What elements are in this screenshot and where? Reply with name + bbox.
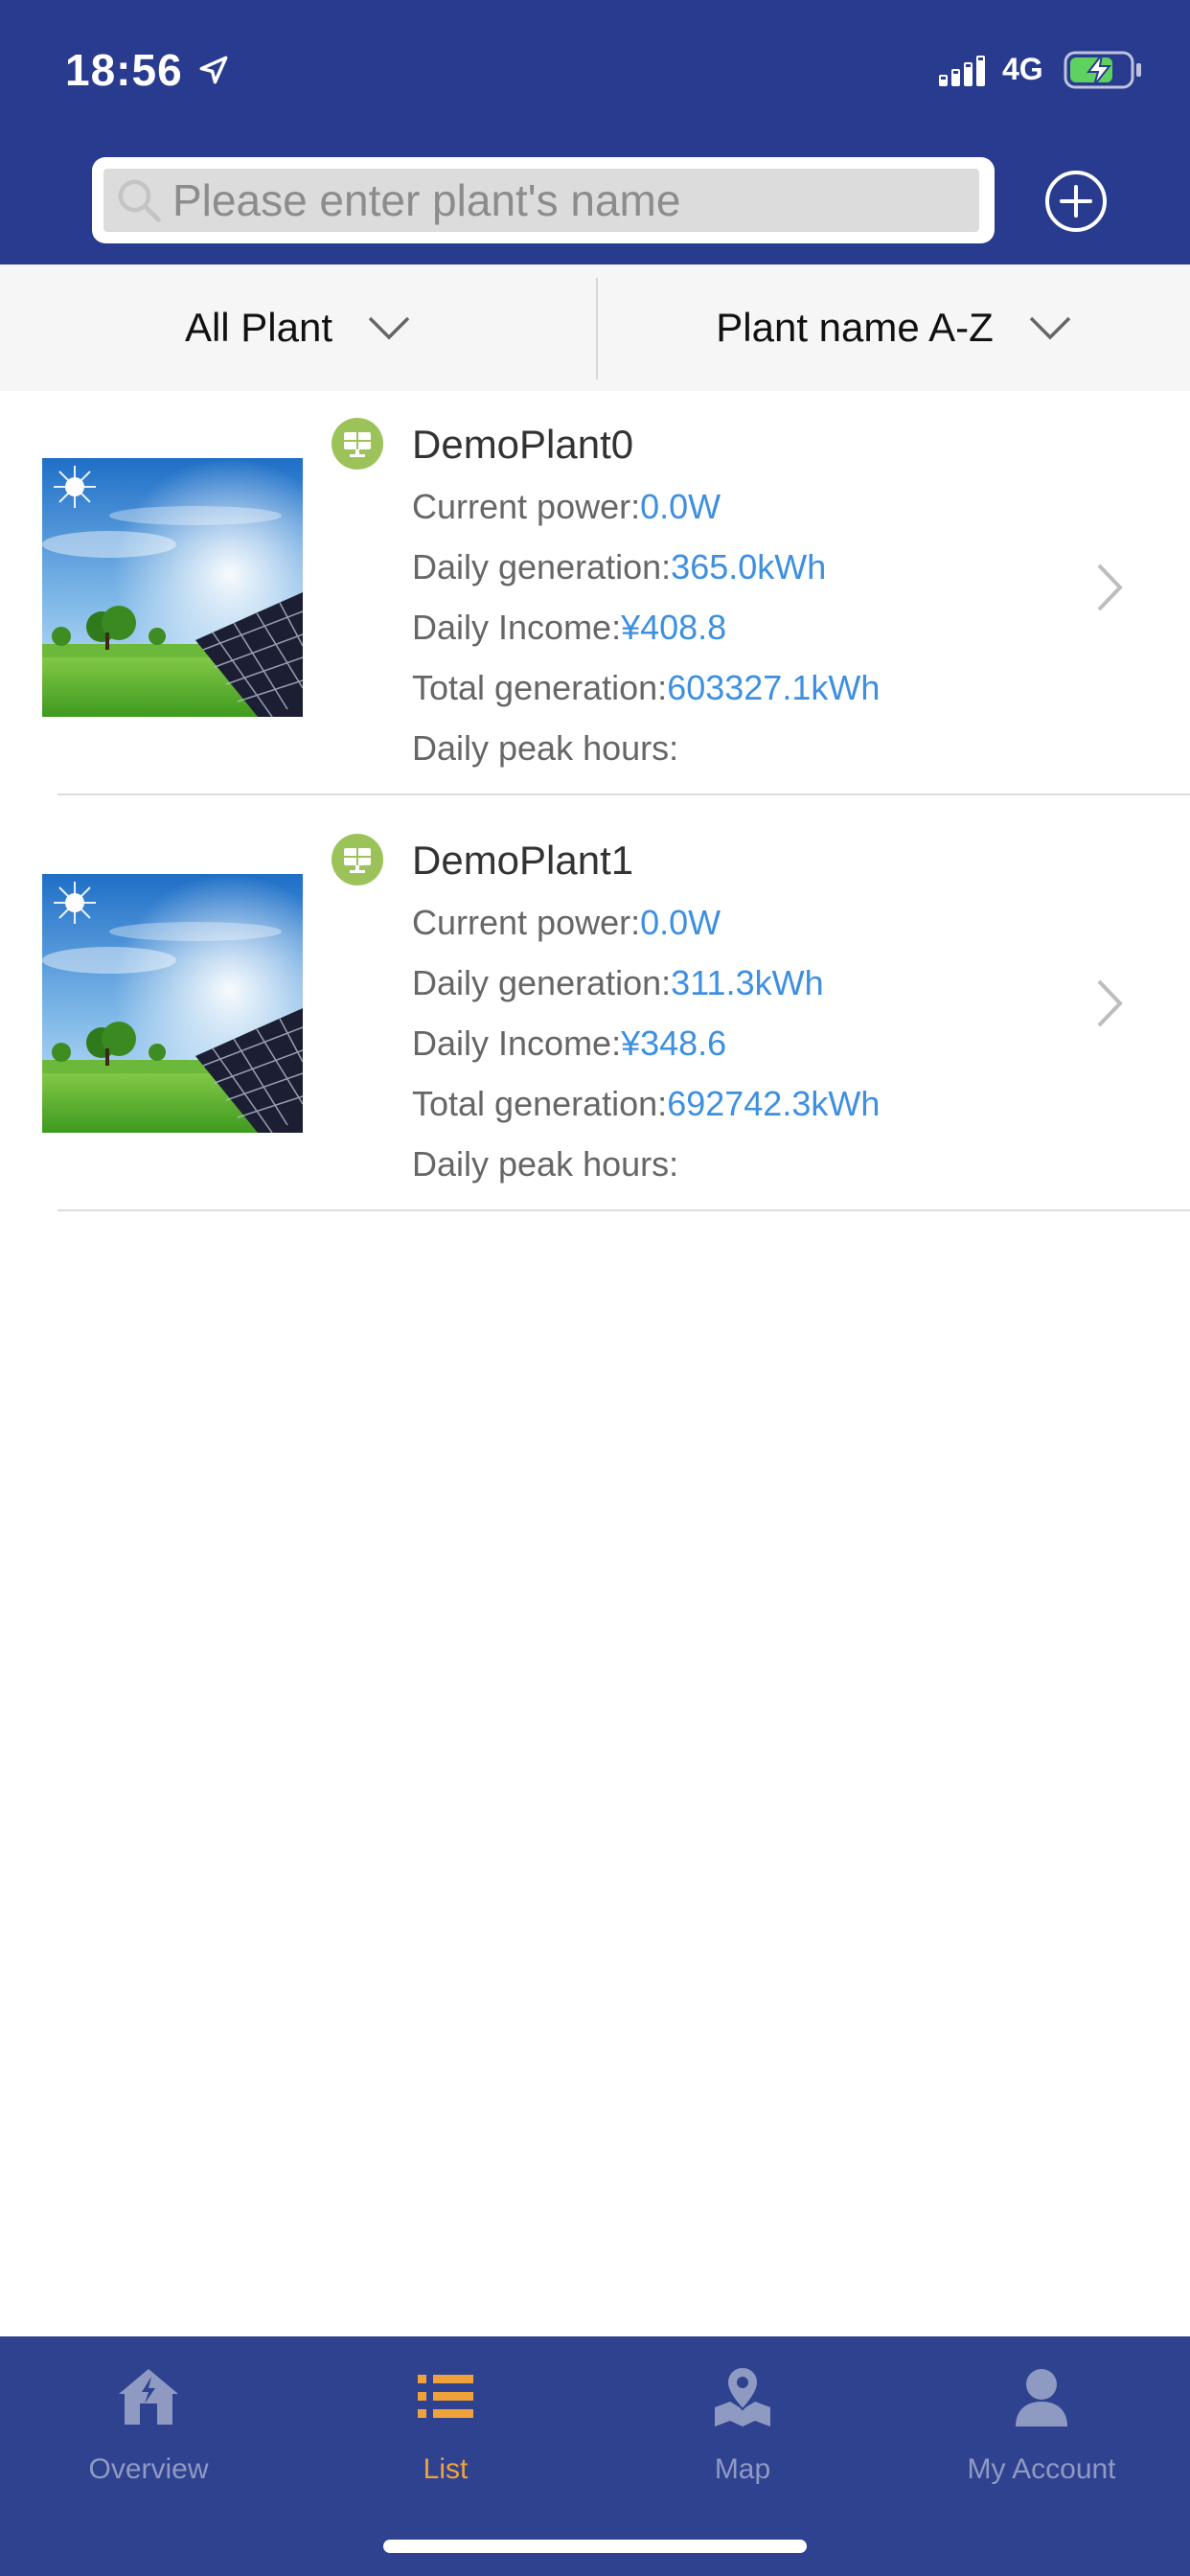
daily-peak-hours-row: Daily peak hours: xyxy=(412,728,678,769)
plant-type-filter-label: All Plant xyxy=(184,305,333,350)
location-arrow-icon xyxy=(199,56,228,84)
network-type: 4G xyxy=(1002,52,1043,86)
sort-filter-label: Plant name A-Z xyxy=(716,305,994,350)
daily-peak-hours-label: Daily peak hours: xyxy=(412,728,679,768)
chevron-down-icon xyxy=(1029,316,1070,340)
search-icon xyxy=(118,179,161,222)
total-generation-label: Total generation: xyxy=(412,1084,668,1123)
total-generation-value: 603327.1kWh xyxy=(667,668,881,707)
daily-generation-row: Daily generation:311.3kWh xyxy=(412,963,824,1003)
daily-generation-row: Daily generation:365.0kWh xyxy=(412,547,826,587)
list-item[interactable]: DemoPlant1 Current power:0.0W Daily gene… xyxy=(0,807,1190,1223)
tab-overview[interactable]: Overview xyxy=(0,2336,297,2528)
tab-label: My Account xyxy=(967,2453,1116,2485)
tab-label: List xyxy=(423,2453,469,2485)
current-power-label: Current power: xyxy=(412,903,641,942)
chevron-right-icon[interactable] xyxy=(1094,562,1127,613)
row-divider xyxy=(57,794,1190,795)
daily-income-row: Daily Income:¥408.8 xyxy=(412,608,726,648)
current-power-value: 0.0W xyxy=(640,487,721,526)
tab-map[interactable]: Map xyxy=(594,2336,891,2528)
tab-label: Map xyxy=(714,2453,771,2485)
tab-label: Overview xyxy=(88,2453,209,2485)
plant-name: DemoPlant1 xyxy=(412,838,634,883)
home-indicator[interactable] xyxy=(383,2540,807,2553)
solar-panel-badge-icon xyxy=(332,834,383,886)
current-power-row: Current power:0.0W xyxy=(412,903,721,943)
daily-income-value: ¥408.8 xyxy=(621,608,727,647)
total-generation-row: Total generation:692742.3kWh xyxy=(412,1084,880,1124)
daily-generation-value: 365.0kWh xyxy=(671,547,827,586)
tab-list[interactable]: List xyxy=(297,2336,594,2528)
tab-my-account[interactable]: My Account xyxy=(893,2336,1190,2528)
daily-peak-hours-row: Daily peak hours: xyxy=(412,1144,678,1184)
list-item[interactable]: DemoPlant0 Current power:0.0W Daily gene… xyxy=(0,391,1190,807)
plant-type-filter[interactable]: All Plant xyxy=(0,264,596,391)
user-icon xyxy=(1016,2369,1067,2426)
chevron-down-icon xyxy=(368,316,410,340)
map-pin-icon xyxy=(715,2365,770,2426)
plant-name: DemoPlant0 xyxy=(412,422,634,467)
daily-income-row: Daily Income:¥348.6 xyxy=(412,1024,726,1064)
current-power-label: Current power: xyxy=(412,487,641,526)
list-icon xyxy=(418,2375,473,2418)
current-power-row: Current power:0.0W xyxy=(412,487,721,527)
search-field-bg xyxy=(103,169,979,232)
daily-generation-label: Daily generation: xyxy=(412,963,672,1002)
total-generation-row: Total generation:603327.1kWh xyxy=(412,668,880,708)
header: 18:56 4G xyxy=(0,0,1190,264)
daily-income-value: ¥348.6 xyxy=(621,1024,727,1063)
plant-thumbnail xyxy=(42,874,303,1133)
plant-thumbnail xyxy=(42,458,303,717)
daily-generation-value: 311.3kWh xyxy=(671,963,824,1002)
solar-panel-badge-icon xyxy=(332,418,383,470)
daily-peak-hours-label: Daily peak hours: xyxy=(412,1144,679,1184)
chevron-right-icon[interactable] xyxy=(1094,978,1127,1029)
row-divider xyxy=(57,1209,1190,1211)
sort-filter[interactable]: Plant name A-Z xyxy=(598,264,1190,391)
filter-bar: All Plant Plant name A-Z xyxy=(0,264,1190,391)
signal-icon xyxy=(939,56,985,86)
app-root: 18:56 4G Please enter plant's name All P… xyxy=(0,0,1190,2576)
current-power-value: 0.0W xyxy=(640,903,721,942)
daily-income-label: Daily Income: xyxy=(412,608,622,647)
daily-generation-label: Daily generation: xyxy=(412,547,672,586)
home-icon xyxy=(119,2369,178,2425)
battery-charging-icon xyxy=(1064,51,1141,89)
search-input[interactable] xyxy=(172,169,958,232)
search-box xyxy=(92,157,995,243)
add-plant-button[interactable] xyxy=(1042,168,1110,235)
total-generation-label: Total generation: xyxy=(412,668,668,707)
daily-income-label: Daily Income: xyxy=(412,1024,622,1063)
status-time: 18:56 xyxy=(65,45,183,95)
total-generation-value: 692742.3kWh xyxy=(667,1084,881,1123)
